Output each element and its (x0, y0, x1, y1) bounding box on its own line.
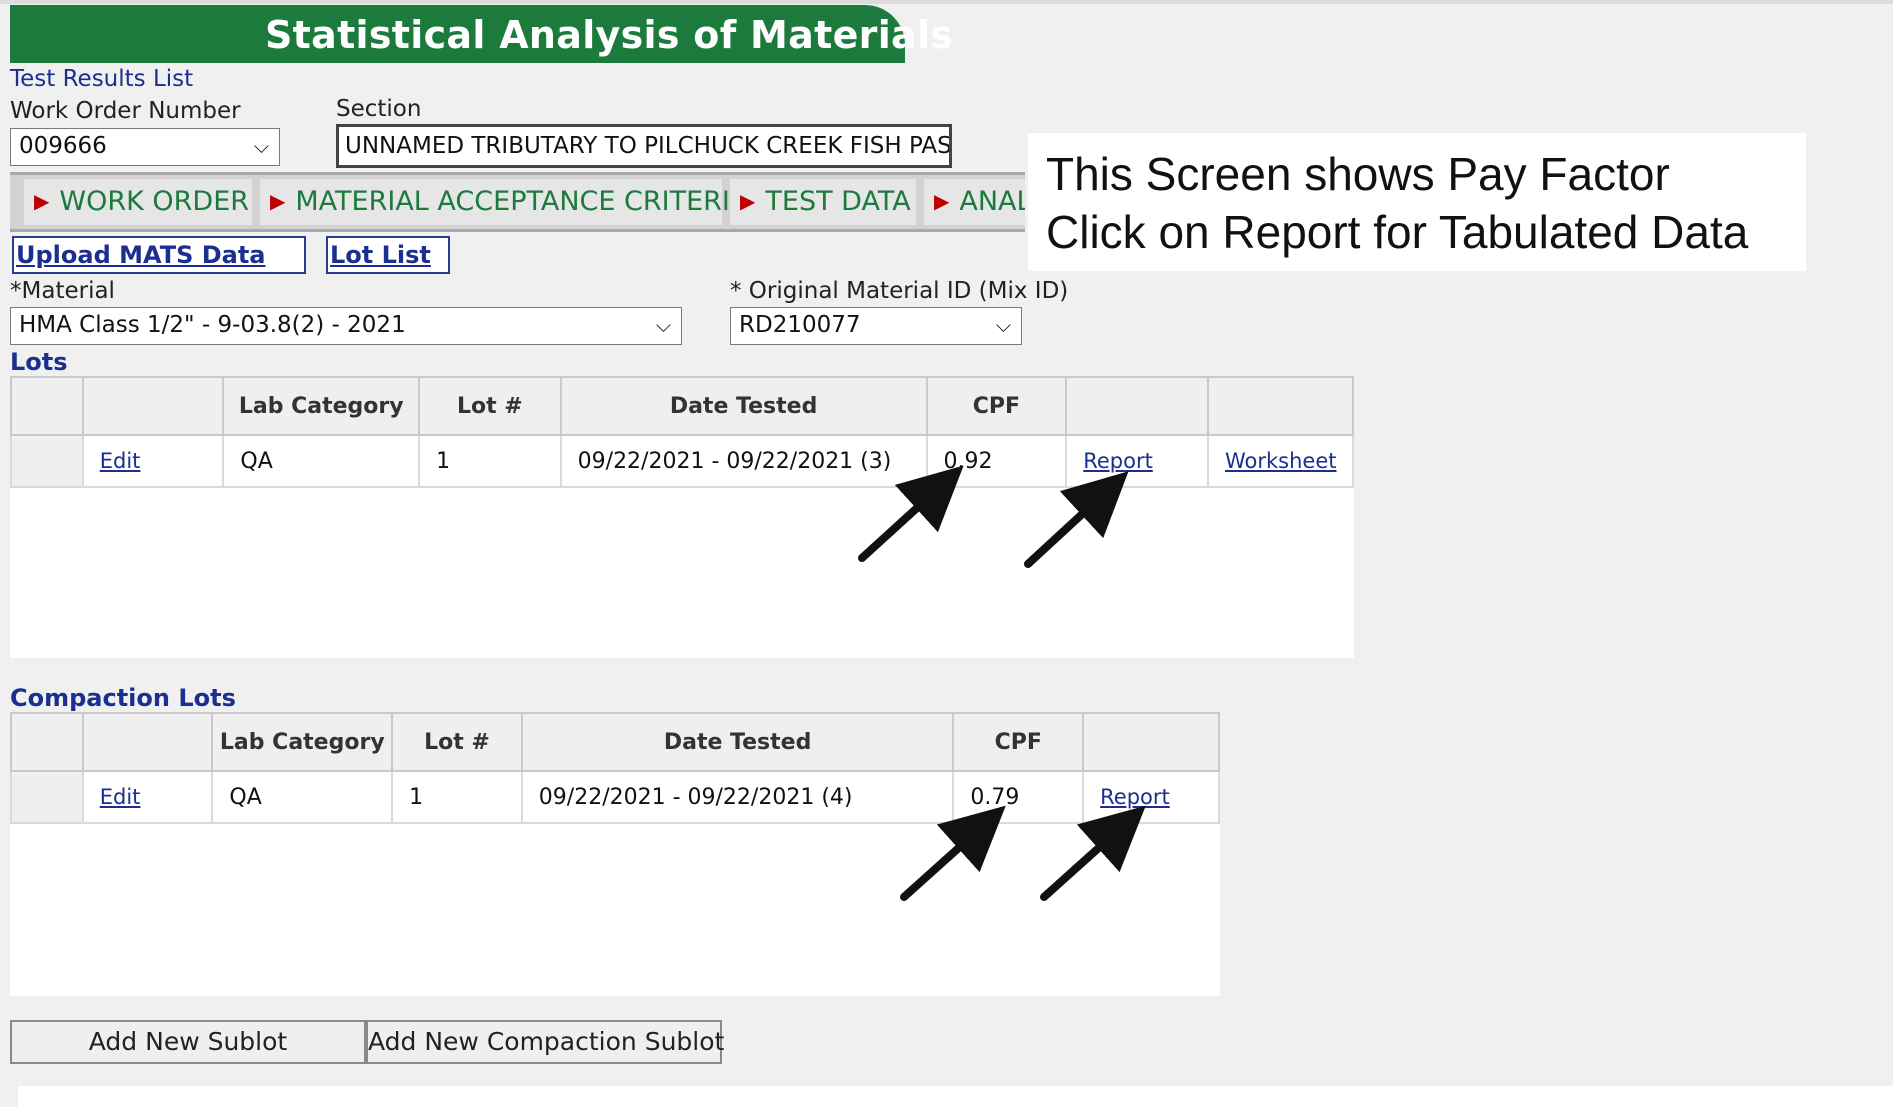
arrow-pointer-icon (1040, 805, 1146, 901)
arrow-pointer-icon (858, 465, 964, 562)
arrow-pointer-icon (900, 805, 1006, 901)
annotation-arrows (858, 465, 1146, 901)
arrow-pointer-icon (1024, 471, 1129, 568)
